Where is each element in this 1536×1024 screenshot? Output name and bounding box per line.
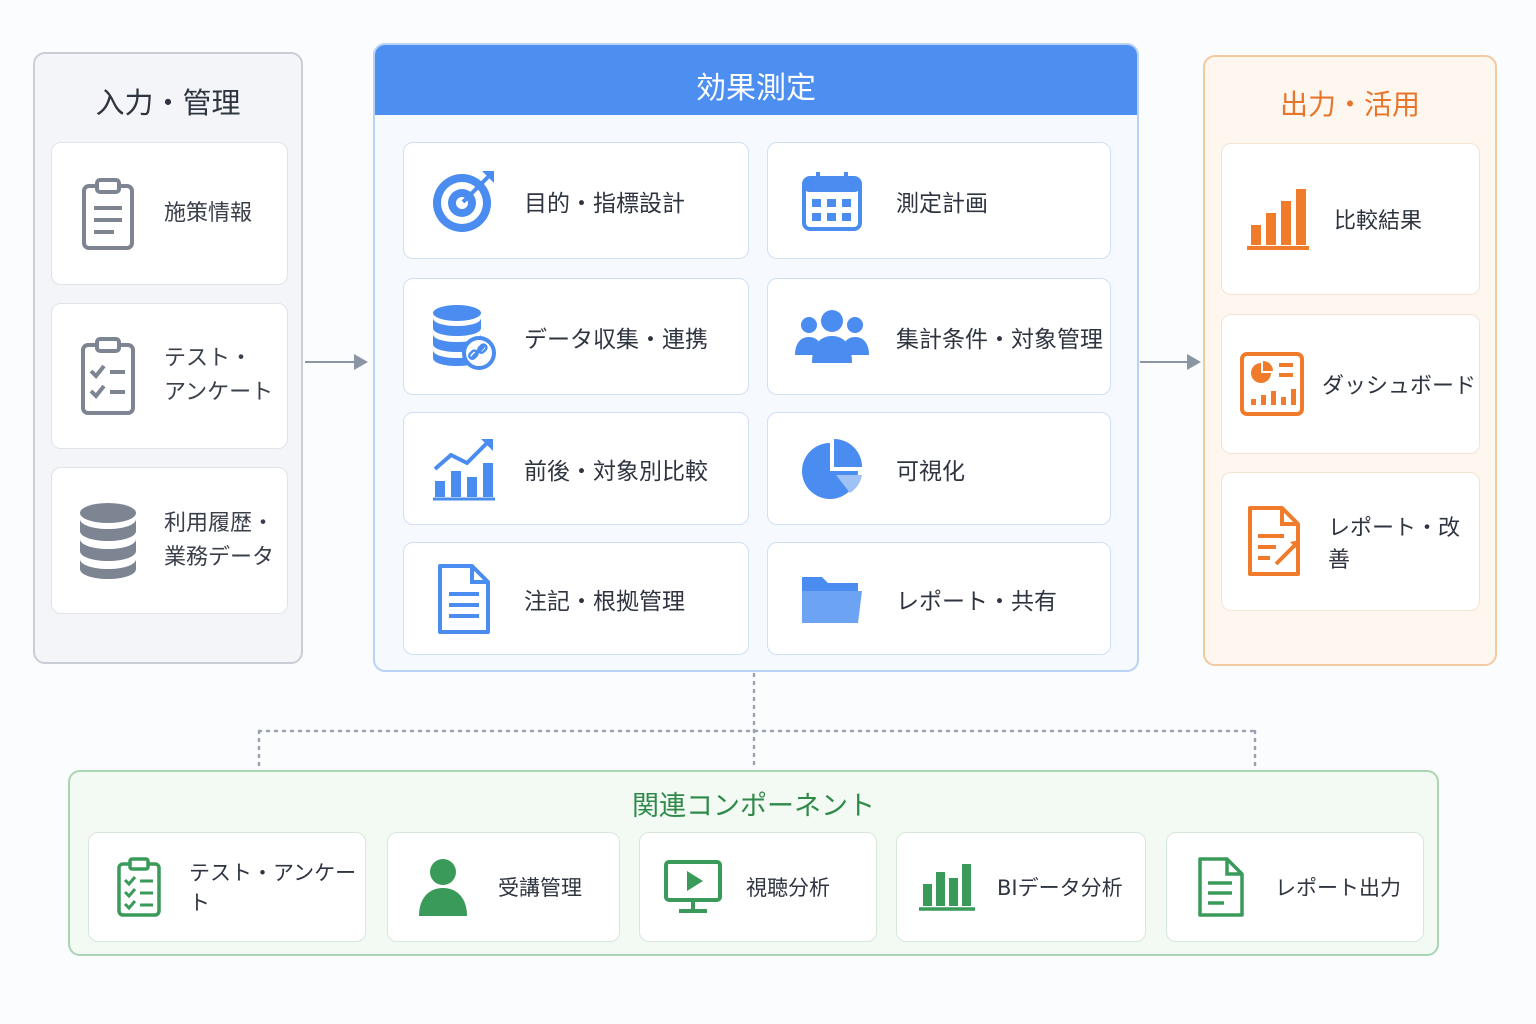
measurement-item-goal-metrics[interactable]: 目的・指標設計 xyxy=(403,142,749,259)
measurement-item-data-collection[interactable]: データ収集・連携 xyxy=(403,278,749,395)
output-item-report-improvement[interactable]: レポート・改善 xyxy=(1221,472,1480,611)
related-item-label: BIデータ分析 xyxy=(997,876,1123,900)
bar-chart-icon xyxy=(1222,187,1334,251)
measurement-item-label: データ収集・連携 xyxy=(524,326,708,353)
folder-icon xyxy=(768,571,896,627)
related-item-label: テスト・アンケート xyxy=(189,861,357,915)
measurement-item-label: 前後・対象別比較 xyxy=(524,458,708,485)
output-item-comparison-result[interactable]: 比較結果 xyxy=(1221,143,1480,295)
input-item-usage-history[interactable]: 利用履歴・ 業務データ xyxy=(51,467,288,614)
arrowhead-measurement-to-output xyxy=(1187,354,1201,370)
measurement-item-plan[interactable]: 測定計画 xyxy=(767,142,1111,259)
related-item-report-output[interactable]: レポート出力 xyxy=(1166,832,1424,942)
checklist-icon xyxy=(89,856,189,918)
related-panel-title: 関連コンポーネント xyxy=(632,791,875,822)
related-components-panel: 関連コンポーネント テスト・アンケート 受講管理 視聴分析 BIデータ分析 レポ… xyxy=(68,770,1439,956)
measurement-item-label: 注記・根拠管理 xyxy=(524,588,685,615)
related-item-label: レポート出力 xyxy=(1275,876,1401,900)
related-item-bi-analysis[interactable]: BIデータ分析 xyxy=(896,832,1146,942)
measurement-item-visualization[interactable]: 可視化 xyxy=(767,412,1111,525)
measurement-item-report-share[interactable]: レポート・共有 xyxy=(767,542,1111,655)
measurement-item-label: 目的・指標設計 xyxy=(524,190,685,217)
user-icon xyxy=(388,858,498,916)
output-item-label: 比較結果 xyxy=(1334,209,1423,234)
database-icon xyxy=(52,501,164,581)
output-item-dashboard[interactable]: ダッシュボード xyxy=(1221,314,1480,454)
measurement-item-label: レポート・共有 xyxy=(896,588,1057,615)
measurement-item-comparison[interactable]: 前後・対象別比較 xyxy=(403,412,749,525)
pie-chart-icon xyxy=(768,437,896,501)
measurement-item-notes[interactable]: 注記・根拠管理 xyxy=(403,542,749,655)
output-panel: 出力・活用 比較結果 ダッシュボード レポート・改善 xyxy=(1203,55,1497,666)
input-item-label: 利用履歴・ 業務データ xyxy=(164,510,275,570)
clipboard-icon xyxy=(52,176,164,252)
related-item-viewing-analysis[interactable]: 視聴分析 xyxy=(639,832,877,942)
input-item-label: 施策情報 xyxy=(164,200,253,226)
dashboard-icon xyxy=(1222,351,1322,417)
related-item-label: 受講管理 xyxy=(498,876,582,900)
measurement-item-label: 集計条件・対象管理 xyxy=(896,326,1103,353)
measurement-panel-title: 効果測定 xyxy=(696,71,816,106)
dotted-connector-to-related xyxy=(257,672,1257,770)
output-item-label: ダッシュボード xyxy=(1322,374,1477,399)
users-icon xyxy=(768,309,896,365)
document-icon xyxy=(1167,856,1275,918)
document-icon xyxy=(404,562,524,636)
measurement-item-label: 可視化 xyxy=(896,458,965,485)
database-link-icon xyxy=(404,304,524,370)
target-icon xyxy=(404,167,524,235)
related-item-test-survey[interactable]: テスト・アンケート xyxy=(88,832,366,942)
input-management-panel: 入力・管理 施策情報 テスト・ アンケート 利用履歴・ 業務データ xyxy=(33,52,303,664)
video-monitor-icon xyxy=(640,859,746,915)
input-panel-title: 入力・管理 xyxy=(95,86,241,120)
trend-chart-icon xyxy=(404,437,524,501)
input-item-test-survey[interactable]: テスト・ アンケート xyxy=(51,303,288,449)
input-item-policy-info[interactable]: 施策情報 xyxy=(51,142,288,285)
related-item-enrollment[interactable]: 受講管理 xyxy=(387,832,620,942)
measurement-item-label: 測定計画 xyxy=(896,190,988,217)
output-panel-title: 出力・活用 xyxy=(1279,88,1420,121)
checklist-icon xyxy=(52,335,164,417)
report-edit-icon xyxy=(1222,504,1328,580)
measurement-item-aggregation[interactable]: 集計条件・対象管理 xyxy=(767,278,1111,395)
related-item-label: 視聴分析 xyxy=(746,876,830,900)
output-item-label: レポート・改善 xyxy=(1328,515,1461,573)
calendar-icon xyxy=(768,170,896,232)
measurement-panel: 効果測定 目的・指標設計 測定計画 データ収集・連携 集計条件・対象管理 前後・… xyxy=(373,43,1139,672)
bar-chart-icon xyxy=(897,862,997,912)
input-item-label: テスト・ アンケート xyxy=(164,346,274,405)
arrowhead-input-to-measurement xyxy=(354,354,368,370)
